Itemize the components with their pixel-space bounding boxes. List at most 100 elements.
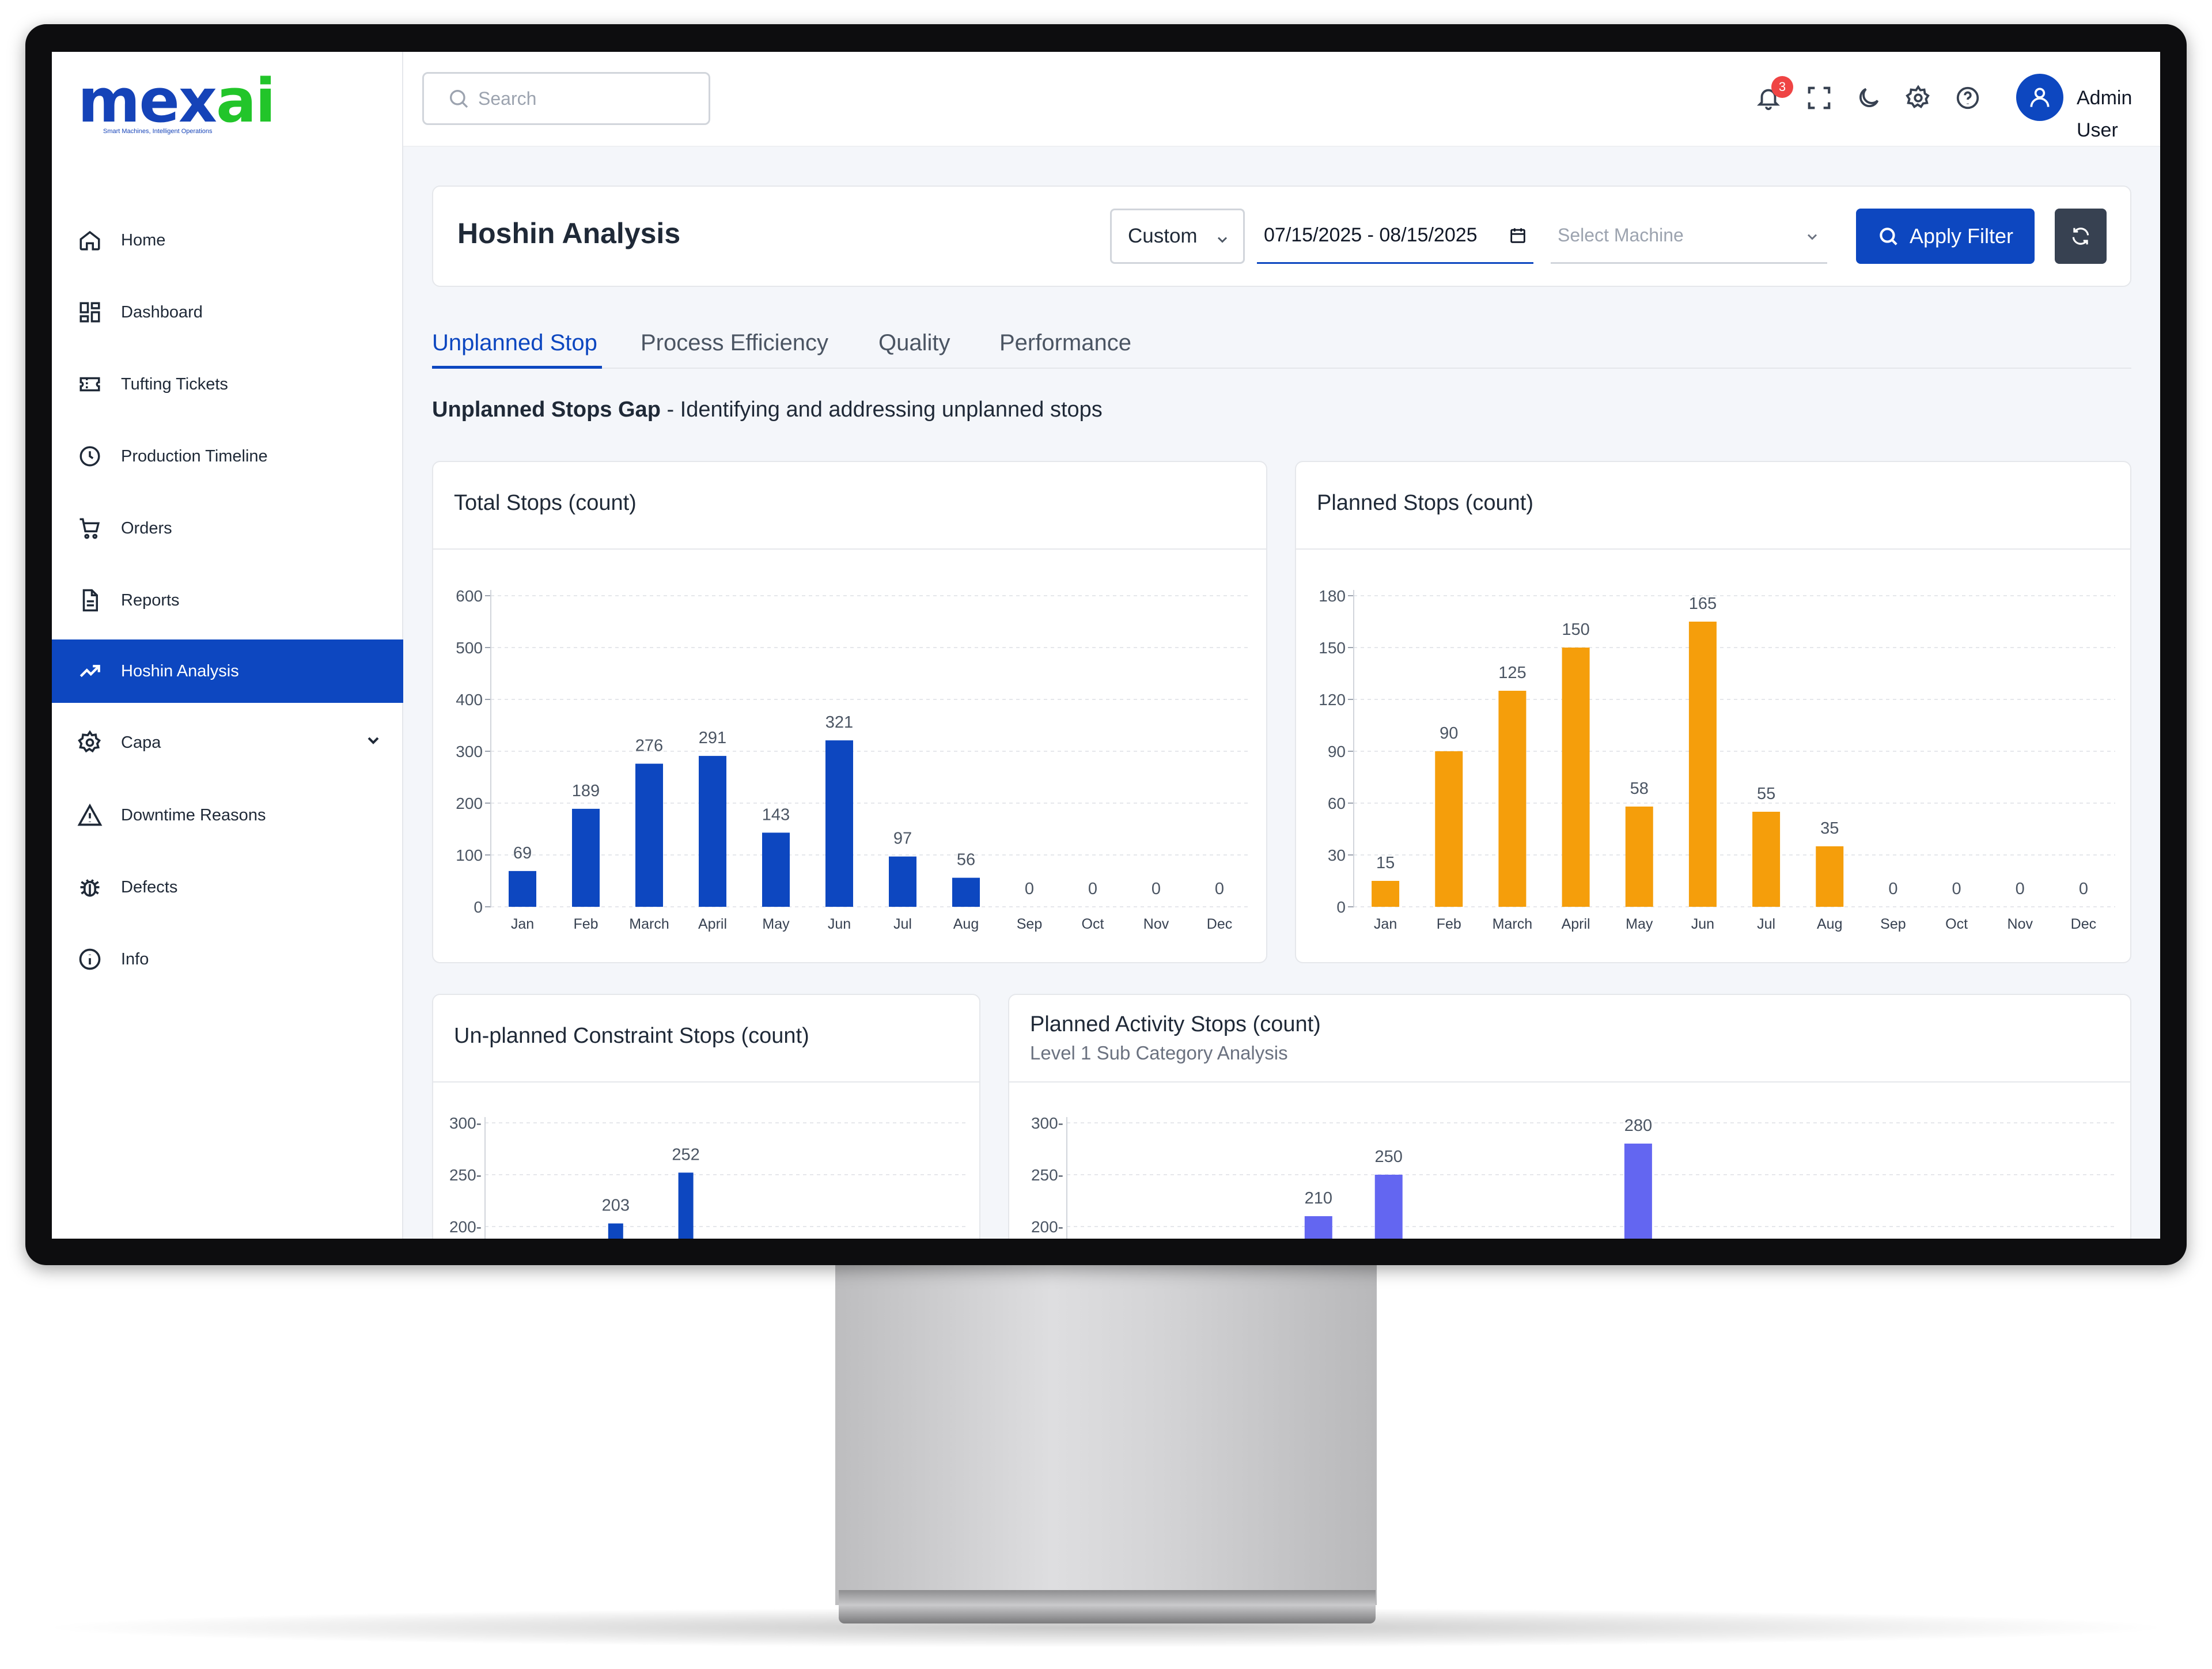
sidebar-item-label: Defects	[121, 877, 178, 896]
sidebar-item-label: Downtime Reasons	[121, 805, 266, 824]
x-tick-label: Sep	[1880, 916, 1906, 932]
search-placeholder: Search	[478, 88, 537, 109]
home-icon	[75, 225, 105, 255]
bar	[1374, 1175, 1403, 1239]
data-label: 165	[1689, 595, 1717, 613]
chart-title: Total Stops (count)	[454, 491, 637, 515]
period-select[interactable]: Custom	[1110, 209, 1245, 264]
bar	[572, 808, 600, 907]
y-tick-label: 250-	[449, 1166, 482, 1184]
tab-unplanned-stop[interactable]: Unplanned Stop	[432, 323, 602, 369]
y-tick-label: 90	[1328, 743, 1346, 760]
section-title: Unplanned Stops Gap	[432, 398, 661, 422]
date-range-value: 07/15/2025 - 08/15/2025	[1264, 224, 1478, 246]
search-input[interactable]: Search	[422, 72, 710, 125]
data-label: 0	[2079, 880, 2088, 898]
x-tick-label: Jan	[1374, 916, 1397, 932]
sidebar-item-hoshin-analysis[interactable]: Hoshin Analysis	[52, 639, 403, 703]
tab-bar: Unplanned Stop Process Efficiency Qualit…	[432, 323, 2131, 369]
refresh-button[interactable]	[2055, 209, 2107, 264]
y-tick-label: 60	[1328, 794, 1346, 812]
gear-icon	[75, 728, 105, 758]
x-tick-label: Jul	[1757, 916, 1775, 932]
sidebar-item-label: Home	[121, 230, 166, 249]
apply-filter-label: Apply Filter	[1909, 224, 2014, 248]
logo-text-blue: mex	[78, 66, 217, 136]
sidebar-item-dashboard[interactable]: Dashboard	[52, 281, 403, 344]
sidebar-item-label: Reports	[121, 591, 180, 610]
data-label: 0	[1088, 880, 1097, 898]
chart-card-planned-stops: Planned Stops (count) 0 30 60 90 120 150 180 15…	[1295, 461, 2131, 963]
logo[interactable]: mexai Smart Machines, Intelligent Operat…	[78, 69, 285, 150]
bar	[678, 1172, 694, 1239]
x-tick-label: Jul	[893, 916, 912, 932]
dark-mode-icon[interactable]	[1853, 82, 1885, 114]
bar	[952, 877, 980, 907]
bar	[1435, 751, 1463, 907]
data-label: 210	[1305, 1189, 1332, 1208]
bar	[825, 740, 853, 907]
tab-quality[interactable]: Quality	[878, 323, 959, 369]
data-label: 56	[957, 851, 975, 869]
machine-select[interactable]: Select Machine	[1551, 209, 1827, 264]
y-tick-label: 200	[456, 794, 483, 812]
sidebar-item-downtime-reasons[interactable]: Downtime Reasons	[52, 784, 403, 847]
sidebar-item-label: Dashboard	[121, 302, 203, 321]
x-tick-label: Dec	[2071, 916, 2096, 932]
sidebar-item-orders[interactable]: Orders	[52, 497, 403, 560]
settings-icon[interactable]	[1902, 82, 1934, 114]
bar	[1498, 691, 1527, 907]
help-icon[interactable]	[1952, 82, 1984, 114]
x-tick-label: Oct	[1082, 916, 1104, 932]
chevron-down-icon[interactable]	[364, 731, 382, 754]
y-tick-label: 180	[1319, 587, 1346, 605]
data-label: 0	[1152, 880, 1161, 898]
x-tick-label: Oct	[1945, 916, 1968, 932]
bar	[1372, 881, 1400, 907]
data-label: 90	[1440, 724, 1458, 743]
sidebar-item-capa[interactable]: Capa	[52, 711, 403, 774]
x-tick-label: April	[698, 916, 727, 932]
data-label: 0	[2016, 880, 2025, 898]
data-label: 0	[1215, 880, 1224, 898]
sidebar-item-tufting-tickets[interactable]: Tufting Tickets	[52, 353, 403, 416]
tab-process-efficiency[interactable]: Process Efficiency	[641, 323, 848, 369]
sidebar-item-reports[interactable]: Reports	[52, 569, 403, 632]
bar	[1624, 1144, 1652, 1239]
sidebar-item-label: Hoshin Analysis	[121, 661, 239, 680]
data-label: 189	[572, 782, 600, 800]
apply-filter-button[interactable]: Apply Filter	[1856, 209, 2035, 264]
top-bar: Search 3 Admin User	[403, 52, 2160, 147]
data-label: 280	[1624, 1117, 1652, 1135]
fullscreen-icon[interactable]	[1803, 82, 1835, 114]
x-tick-label: Dec	[1207, 916, 1232, 932]
y-tick-label: 400	[456, 691, 483, 709]
clock-icon	[75, 441, 105, 471]
monitor-stand-base	[839, 1590, 1376, 1623]
tab-performance[interactable]: Performance	[999, 323, 1149, 369]
bar	[889, 856, 916, 907]
y-tick-label: 100	[456, 846, 483, 864]
data-label: 252	[672, 1145, 699, 1164]
sidebar-item-defects[interactable]: Defects	[52, 856, 403, 919]
chart-card-planned-activity-stops: Planned Activity Stops (count) Level 1 S…	[1008, 994, 2131, 1239]
y-tick-label: 300-	[449, 1114, 482, 1132]
data-label: 55	[1757, 785, 1775, 803]
calendar-icon[interactable]	[1508, 226, 1528, 251]
app-screen: mexai Smart Machines, Intelligent Operat…	[52, 52, 2160, 1239]
refresh-icon	[2072, 228, 2089, 245]
sidebar-item-home[interactable]: Home	[52, 209, 403, 272]
x-tick-label: Nov	[2008, 916, 2033, 932]
user-name[interactable]: Admin User	[2077, 82, 2160, 146]
sidebar-item-info[interactable]: Info	[52, 928, 403, 991]
cart-icon	[75, 513, 105, 543]
sidebar: mexai Smart Machines, Intelligent Operat…	[52, 52, 403, 1239]
bar	[1752, 812, 1781, 907]
data-label: 15	[1376, 854, 1395, 872]
avatar[interactable]	[2016, 74, 2063, 121]
date-range-input[interactable]: 07/15/2025 - 08/15/2025	[1257, 209, 1533, 264]
x-tick-label: Jun	[1691, 916, 1714, 932]
sidebar-item-production-timeline[interactable]: Production Timeline	[52, 425, 403, 488]
x-tick-label: March	[1493, 916, 1532, 932]
data-label: 69	[513, 844, 532, 862]
